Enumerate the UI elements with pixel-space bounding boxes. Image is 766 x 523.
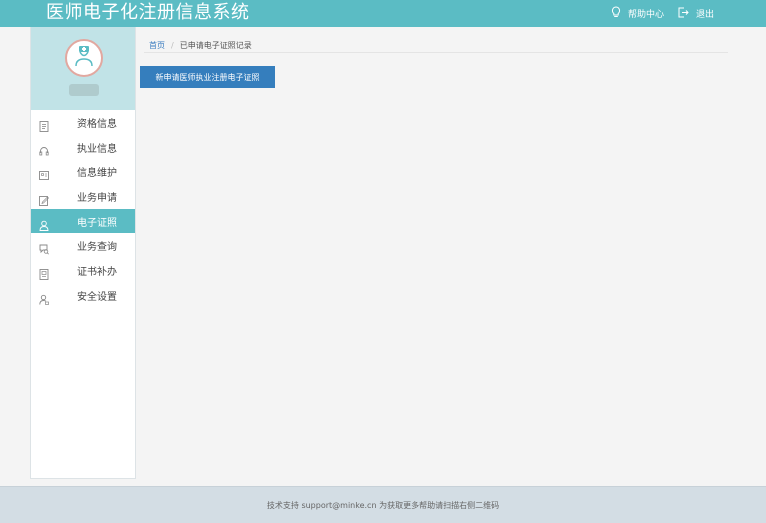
top-header: 医师电子化注册信息系统 帮助中心 退出	[0, 0, 766, 27]
certificate-icon	[39, 265, 49, 281]
help-center-link[interactable]: 帮助中心	[611, 6, 664, 21]
breadcrumb-home-link[interactable]: 首页	[149, 41, 165, 50]
sidebar-item-label: 信息维护	[77, 168, 117, 180]
new-license-application-button[interactable]: 新申请医师执业注册电子证照	[140, 66, 275, 88]
lightbulb-icon	[611, 6, 628, 21]
sidebar-item-business-query[interactable]: 业务查询	[31, 233, 135, 258]
headset-icon	[39, 142, 49, 156]
sidebar-item-label: 证书补办	[77, 266, 117, 278]
sidebar-item-label: 业务查询	[77, 242, 117, 254]
header-actions: 帮助中心 退出	[597, 0, 714, 27]
user-lock-icon	[39, 290, 49, 305]
sidebar-item-practice-info[interactable]: 执业信息	[31, 135, 135, 160]
sidebar-item-label: 安全设置	[77, 291, 117, 303]
breadcrumb-divider	[144, 52, 728, 53]
logout-link[interactable]: 退出	[678, 7, 714, 21]
sidebar-menu: 资格信息 执业信息 信息维护 业务申请 电子证照 业务查询 证书补办 安全设置	[31, 110, 135, 308]
sidebar-item-qualification-info[interactable]: 资格信息	[31, 110, 135, 135]
sidebar-item-label: 资格信息	[77, 118, 117, 130]
breadcrumb-separator: /	[171, 41, 174, 50]
sidebar-item-business-application[interactable]: 业务申请	[31, 184, 135, 209]
doctor-icon	[72, 44, 96, 72]
sidebar-item-label: 执业信息	[77, 143, 117, 155]
sidebar-item-security-settings[interactable]: 安全设置	[31, 283, 135, 308]
avatar[interactable]	[65, 39, 103, 77]
logout-label: 退出	[695, 10, 714, 20]
document-icon	[39, 117, 49, 132]
breadcrumb: 首页 / 已申请电子证照记录	[149, 40, 252, 51]
help-center-label: 帮助中心	[627, 10, 664, 20]
profile-panel	[31, 27, 135, 110]
sidebar-item-label: 业务申请	[77, 192, 117, 204]
footer: 技术支持 support@minke.cn 为获取更多帮助请扫描右侧二维码	[0, 486, 766, 523]
id-card-icon	[39, 166, 49, 181]
sidebar-item-label: 电子证照	[77, 217, 117, 229]
main-content: 首页 / 已申请电子证照记录 新申请医师执业注册电子证照	[136, 27, 766, 486]
user-name-placeholder	[69, 84, 99, 96]
sidebar: 资格信息 执业信息 信息维护 业务申请 电子证照 业务查询 证书补办 安全设置	[30, 27, 136, 479]
user-badge-icon	[39, 216, 49, 231]
breadcrumb-current: 已申请电子证照记录	[179, 41, 252, 50]
edit-icon	[39, 191, 49, 207]
sidebar-item-electronic-license[interactable]: 电子证照	[31, 208, 135, 234]
footer-text: 技术支持 support@minke.cn 为获取更多帮助请扫描右侧二维码	[266, 501, 500, 510]
sidebar-item-info-maintenance[interactable]: 信息维护	[31, 159, 135, 184]
logout-icon	[678, 7, 696, 21]
sidebar-item-certificate-reissue[interactable]: 证书补办	[31, 258, 135, 283]
app-title: 医师电子化注册信息系统	[46, 2, 250, 23]
chat-search-icon	[39, 240, 49, 255]
